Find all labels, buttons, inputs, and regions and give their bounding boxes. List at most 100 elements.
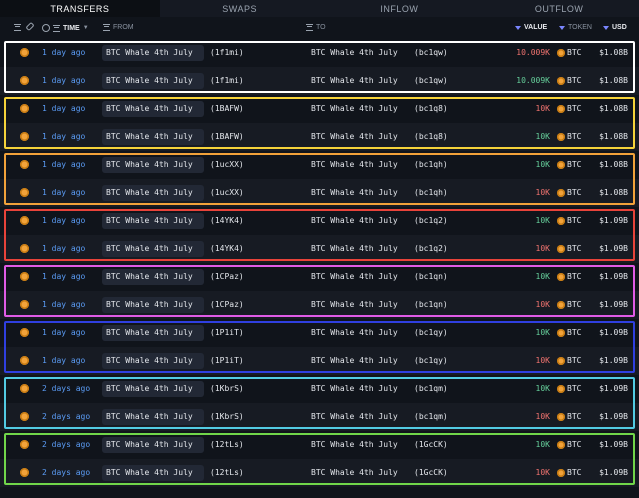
to-entity-name[interactable]: BTC Whale 4th July (311, 440, 398, 449)
tab-swaps[interactable]: SWAPS (160, 0, 320, 17)
from-address-tag[interactable]: (1BAFW) (210, 104, 244, 113)
tab-outflow[interactable]: OUTFLOW (479, 0, 639, 17)
token-cell[interactable]: BTC (557, 132, 581, 141)
table-row[interactable]: 1 day ago BTC Whale 4th July (1CPaz) BTC… (0, 291, 639, 319)
to-entity-name[interactable]: BTC Whale 4th July (311, 48, 398, 57)
to-entity-name[interactable]: BTC Whale 4th July (311, 244, 398, 253)
token-cell[interactable]: BTC (557, 104, 581, 113)
time-link[interactable]: 2 days ago (42, 440, 90, 449)
from-address-tag[interactable]: (1ucXX) (210, 160, 244, 169)
token-cell[interactable]: BTC (557, 440, 581, 449)
time-link[interactable]: 1 day ago (42, 244, 85, 253)
table-row[interactable]: 1 day ago BTC Whale 4th July (1f1mi) BTC… (0, 39, 639, 67)
token-cell[interactable]: BTC (557, 468, 581, 477)
link-icon[interactable] (25, 21, 35, 32)
from-address-tag[interactable]: (14YK4) (210, 216, 244, 225)
to-address-tag[interactable]: (bc1qy) (414, 328, 448, 337)
from-address-tag[interactable]: (1KbrS) (210, 384, 244, 393)
to-entity-name[interactable]: BTC Whale 4th July (311, 300, 398, 309)
token-cell[interactable]: BTC (557, 272, 581, 281)
token-cell[interactable]: BTC (557, 216, 581, 225)
table-row[interactable]: 2 days ago BTC Whale 4th July (1KbrS) BT… (0, 403, 639, 431)
token-cell[interactable]: BTC (557, 160, 581, 169)
table-row[interactable]: 1 day ago BTC Whale 4th July (1CPaz) BTC… (0, 263, 639, 291)
to-address-tag[interactable]: (bc1qn) (414, 300, 448, 309)
time-link[interactable]: 1 day ago (42, 160, 85, 169)
to-address-tag[interactable]: (bc1q8) (414, 104, 448, 113)
table-row[interactable]: 1 day ago BTC Whale 4th July (1ucXX) BTC… (0, 179, 639, 207)
filter-all-icon[interactable] (14, 24, 21, 31)
to-entity-name[interactable]: BTC Whale 4th July (311, 188, 398, 197)
to-entity-name[interactable]: BTC Whale 4th July (311, 76, 398, 85)
from-address-tag[interactable]: (1CPaz) (210, 300, 244, 309)
token-cell[interactable]: BTC (557, 412, 581, 421)
table-row[interactable]: 1 day ago BTC Whale 4th July (1BAFW) BTC… (0, 123, 639, 151)
token-cell[interactable]: BTC (557, 356, 581, 365)
time-link[interactable]: 1 day ago (42, 132, 85, 141)
table-row[interactable]: 1 day ago BTC Whale 4th July (1BAFW) BTC… (0, 95, 639, 123)
token-cell[interactable]: BTC (557, 188, 581, 197)
from-address-tag[interactable]: (1P1iT) (210, 328, 244, 337)
time-link[interactable]: 1 day ago (42, 48, 85, 57)
to-address-tag[interactable]: (bc1qm) (414, 384, 448, 393)
from-entity-name[interactable]: BTC Whale 4th July (106, 356, 193, 365)
token-cell[interactable]: BTC (557, 76, 581, 85)
tab-inflow[interactable]: INFLOW (320, 0, 480, 17)
from-address-tag[interactable]: (14YK4) (210, 244, 244, 253)
token-cell[interactable]: BTC (557, 244, 581, 253)
from-entity-name[interactable]: BTC Whale 4th July (106, 384, 193, 393)
to-entity-name[interactable]: BTC Whale 4th July (311, 132, 398, 141)
to-entity-name[interactable]: BTC Whale 4th July (311, 104, 398, 113)
from-address-tag[interactable]: (1KbrS) (210, 412, 244, 421)
table-row[interactable]: 1 day ago BTC Whale 4th July (1ucXX) BTC… (0, 151, 639, 179)
from-address-tag[interactable]: (1P1iT) (210, 356, 244, 365)
time-link[interactable]: 1 day ago (42, 328, 85, 337)
token-cell[interactable]: BTC (557, 48, 581, 57)
from-entity-name[interactable]: BTC Whale 4th July (106, 272, 193, 281)
table-row[interactable]: 1 day ago BTC Whale 4th July (1P1iT) BTC… (0, 347, 639, 375)
from-entity-name[interactable]: BTC Whale 4th July (106, 76, 193, 85)
from-address-tag[interactable]: (12tLs) (210, 440, 244, 449)
from-entity-name[interactable]: BTC Whale 4th July (106, 188, 193, 197)
from-entity-name[interactable]: BTC Whale 4th July (106, 104, 193, 113)
from-entity-name[interactable]: BTC Whale 4th July (106, 328, 193, 337)
to-address-tag[interactable]: (bc1qn) (414, 272, 448, 281)
to-address-tag[interactable]: (bc1qy) (414, 356, 448, 365)
from-address-tag[interactable]: (1BAFW) (210, 132, 244, 141)
time-link[interactable]: 1 day ago (42, 216, 85, 225)
to-address-tag[interactable]: (1GcCK) (414, 468, 448, 477)
time-link[interactable]: 1 day ago (42, 76, 85, 85)
to-address-tag[interactable]: (bc1qw) (414, 76, 448, 85)
table-row[interactable]: 1 day ago BTC Whale 4th July (14YK4) BTC… (0, 235, 639, 263)
time-link[interactable]: 1 day ago (42, 104, 85, 113)
table-row[interactable]: 1 day ago BTC Whale 4th July (14YK4) BTC… (0, 207, 639, 235)
to-entity-name[interactable]: BTC Whale 4th July (311, 356, 398, 365)
table-row[interactable]: 2 days ago BTC Whale 4th July (12tLs) BT… (0, 431, 639, 459)
to-entity-name[interactable]: BTC Whale 4th July (311, 468, 398, 477)
usd-column-header[interactable]: USD (603, 24, 627, 31)
to-address-tag[interactable]: (bc1q2) (414, 244, 448, 253)
token-cell[interactable]: BTC (557, 328, 581, 337)
time-link[interactable]: 1 day ago (42, 272, 85, 281)
from-entity-name[interactable]: BTC Whale 4th July (106, 300, 193, 309)
to-address-tag[interactable]: (bc1qh) (414, 160, 448, 169)
from-column-header[interactable]: FROM (103, 24, 134, 31)
to-address-tag[interactable]: (1GcCK) (414, 440, 448, 449)
table-row[interactable]: 1 day ago BTC Whale 4th July (1P1iT) BTC… (0, 319, 639, 347)
time-link[interactable]: 2 days ago (42, 468, 90, 477)
time-link[interactable]: 2 days ago (42, 384, 90, 393)
to-entity-name[interactable]: BTC Whale 4th July (311, 328, 398, 337)
time-link[interactable]: 2 days ago (42, 412, 90, 421)
from-address-tag[interactable]: (1f1mi) (210, 48, 244, 57)
from-entity-name[interactable]: BTC Whale 4th July (106, 48, 193, 57)
to-address-tag[interactable]: (bc1qh) (414, 188, 448, 197)
from-entity-name[interactable]: BTC Whale 4th July (106, 244, 193, 253)
time-column-header[interactable]: TIME ▼ (42, 24, 89, 32)
from-entity-name[interactable]: BTC Whale 4th July (106, 440, 193, 449)
from-address-tag[interactable]: (1f1mi) (210, 76, 244, 85)
table-row[interactable]: 2 days ago BTC Whale 4th July (1KbrS) BT… (0, 375, 639, 403)
to-entity-name[interactable]: BTC Whale 4th July (311, 216, 398, 225)
to-entity-name[interactable]: BTC Whale 4th July (311, 412, 398, 421)
time-link[interactable]: 1 day ago (42, 188, 85, 197)
table-row[interactable]: 2 days ago BTC Whale 4th July (12tLs) BT… (0, 459, 639, 487)
